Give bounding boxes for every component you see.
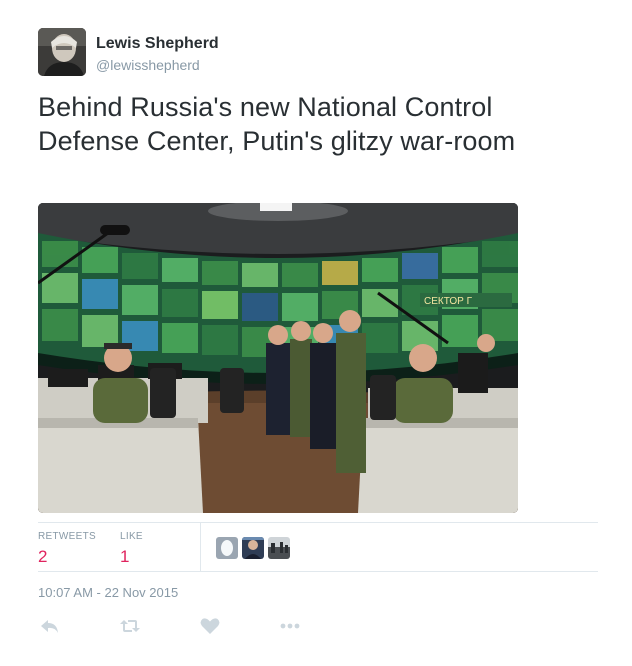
reply-icon[interactable]: [38, 614, 62, 638]
wall-sign: СЕКТОР Г: [424, 296, 473, 307]
tweet-header: Lewis Shepherd @lewisshepherd: [38, 28, 598, 76]
more-icon[interactable]: [278, 614, 302, 638]
author-handle[interactable]: @lewisshepherd: [96, 57, 200, 73]
liker-avatar[interactable]: [242, 537, 264, 559]
retweets-count: 2: [38, 547, 48, 566]
stats-divider: [200, 523, 201, 571]
tweet-photo[interactable]: СЕКТОР Г: [38, 203, 518, 513]
retweets-stat[interactable]: RETWEETS 2: [38, 531, 96, 567]
liker-avatar[interactable]: [268, 537, 290, 559]
likes-count: 1: [120, 547, 130, 566]
engagement-stats: RETWEETS 2 LIKE 1: [38, 522, 598, 572]
tweet-text: Behind Russia's new National Control Def…: [38, 92, 516, 156]
tweet-timestamp[interactable]: 10:07 AM - 22 Nov 2015: [38, 585, 178, 600]
avatar[interactable]: [38, 28, 86, 76]
liker-avatar[interactable]: [216, 537, 238, 559]
likes-label: LIKE: [120, 531, 143, 542]
author-name[interactable]: Lewis Shepherd: [96, 35, 219, 53]
retweets-label: RETWEETS: [38, 531, 96, 542]
tweet-actions: [38, 614, 438, 638]
heart-icon[interactable]: [198, 614, 222, 638]
likes-stat[interactable]: LIKE 1: [120, 531, 143, 567]
retweet-icon[interactable]: [118, 614, 142, 638]
